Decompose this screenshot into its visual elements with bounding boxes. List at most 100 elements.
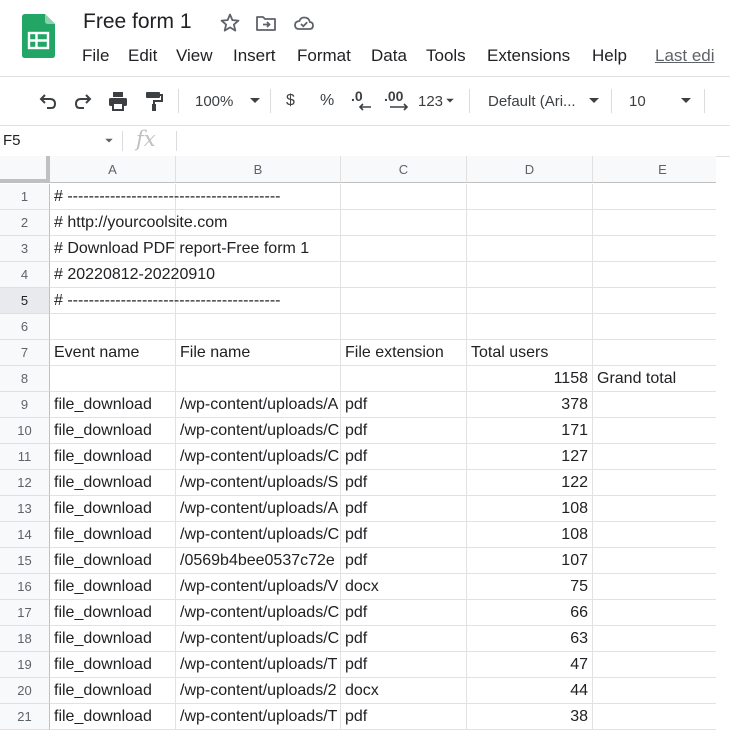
cell-d21[interactable]: 38 xyxy=(467,704,593,730)
menu-view[interactable]: View xyxy=(176,46,213,66)
cell-c8[interactable] xyxy=(341,366,467,392)
cell-e6[interactable] xyxy=(593,314,716,340)
cell-a13[interactable]: file_download xyxy=(50,496,176,522)
row-header[interactable]: 17 xyxy=(0,600,50,626)
menu-file[interactable]: File xyxy=(82,46,109,66)
column-header-e[interactable]: E xyxy=(593,156,716,183)
cell-d10[interactable]: 171 xyxy=(467,418,593,444)
cell-d14[interactable]: 108 xyxy=(467,522,593,548)
cell-c6[interactable] xyxy=(341,314,467,340)
cell-a14[interactable]: file_download xyxy=(50,522,176,548)
zoom-select[interactable]: 100% xyxy=(195,89,261,113)
cell-e19[interactable] xyxy=(593,652,716,678)
menu-extensions[interactable]: Extensions xyxy=(487,46,570,66)
cell-c12[interactable]: pdf xyxy=(341,470,467,496)
cell-d19[interactable]: 47 xyxy=(467,652,593,678)
move-folder-icon[interactable] xyxy=(254,11,278,35)
cell-b20[interactable]: /wp-content/uploads/2 xyxy=(176,678,341,704)
cell-a4[interactable]: # 20220812-20220910 xyxy=(50,262,215,288)
row-header[interactable]: 9 xyxy=(0,392,50,418)
cell-b17[interactable]: /wp-content/uploads/C xyxy=(176,600,341,626)
cell-b15[interactable]: /0569b4bee0537c72e xyxy=(176,548,341,574)
cell-a1[interactable]: # --------------------------------------… xyxy=(50,184,280,210)
document-title[interactable]: Free form 1 xyxy=(83,10,192,34)
row-header[interactable]: 10 xyxy=(0,418,50,444)
row-header[interactable]: 20 xyxy=(0,678,50,704)
cell-d3[interactable] xyxy=(467,236,593,262)
font-size-select[interactable]: 10 xyxy=(629,89,692,113)
cell-c21[interactable]: pdf xyxy=(341,704,467,730)
cell-b12[interactable]: /wp-content/uploads/S xyxy=(176,470,341,496)
row-header[interactable]: 18 xyxy=(0,626,50,652)
cell-e10[interactable] xyxy=(593,418,716,444)
cell-d2[interactable] xyxy=(467,210,593,236)
cell-e17[interactable] xyxy=(593,600,716,626)
row-header[interactable]: 13 xyxy=(0,496,50,522)
cell-c7[interactable]: File extension xyxy=(341,340,467,366)
cell-a6[interactable] xyxy=(50,314,176,340)
print-button[interactable] xyxy=(106,89,130,113)
cell-c2[interactable] xyxy=(341,210,467,236)
menu-tools[interactable]: Tools xyxy=(426,46,466,66)
cell-a2[interactable]: # http://yourcoolsite.com xyxy=(50,210,227,236)
cell-a3[interactable]: # Download PDF report-Free form 1 xyxy=(50,236,309,262)
cell-b8[interactable] xyxy=(176,366,341,392)
menu-help[interactable]: Help xyxy=(592,46,627,66)
cell-a21[interactable]: file_download xyxy=(50,704,176,730)
cell-e9[interactable] xyxy=(593,392,716,418)
cell-a17[interactable]: file_download xyxy=(50,600,176,626)
row-header[interactable]: 15 xyxy=(0,548,50,574)
cell-e4[interactable] xyxy=(593,262,716,288)
row-header[interactable]: 2 xyxy=(0,210,50,236)
cell-e21[interactable] xyxy=(593,704,716,730)
cell-d20[interactable]: 44 xyxy=(467,678,593,704)
cell-c10[interactable]: pdf xyxy=(341,418,467,444)
row-header[interactable]: 21 xyxy=(0,704,50,730)
cell-a16[interactable]: file_download xyxy=(50,574,176,600)
cell-a12[interactable]: file_download xyxy=(50,470,176,496)
row-header[interactable]: 12 xyxy=(0,470,50,496)
cell-d8[interactable]: 1158 xyxy=(467,366,593,392)
cell-a11[interactable]: file_download xyxy=(50,444,176,470)
row-header[interactable]: 3 xyxy=(0,236,50,262)
chevron-down-icon[interactable] xyxy=(104,138,114,144)
cell-a10[interactable]: file_download xyxy=(50,418,176,444)
cell-b13[interactable]: /wp-content/uploads/A xyxy=(176,496,341,522)
cell-d12[interactable]: 122 xyxy=(467,470,593,496)
cell-c14[interactable]: pdf xyxy=(341,522,467,548)
cell-b10[interactable]: /wp-content/uploads/C xyxy=(176,418,341,444)
cell-b14[interactable]: /wp-content/uploads/C xyxy=(176,522,341,548)
cell-e2[interactable] xyxy=(593,210,716,236)
cell-c13[interactable]: pdf xyxy=(341,496,467,522)
cell-e13[interactable] xyxy=(593,496,716,522)
cell-c17[interactable]: pdf xyxy=(341,600,467,626)
cell-d13[interactable]: 108 xyxy=(467,496,593,522)
cell-a20[interactable]: file_download xyxy=(50,678,176,704)
last-edit-link[interactable]: Last edi xyxy=(655,46,715,66)
row-header[interactable]: 5 xyxy=(0,288,50,314)
cell-b19[interactable]: /wp-content/uploads/T xyxy=(176,652,341,678)
cell-a5[interactable]: # --------------------------------------… xyxy=(50,288,280,314)
select-all-corner[interactable] xyxy=(0,156,50,183)
cell-b16[interactable]: /wp-content/uploads/V xyxy=(176,574,341,600)
cell-a15[interactable]: file_download xyxy=(50,548,176,574)
cell-c3[interactable] xyxy=(341,236,467,262)
font-select[interactable]: Default (Ari... xyxy=(488,89,600,113)
cell-d16[interactable]: 75 xyxy=(467,574,593,600)
cell-d7[interactable]: Total users xyxy=(467,340,593,366)
cell-c11[interactable]: pdf xyxy=(341,444,467,470)
cell-e15[interactable] xyxy=(593,548,716,574)
row-header[interactable]: 19 xyxy=(0,652,50,678)
sheets-logo-icon[interactable] xyxy=(22,14,55,58)
cell-e7[interactable] xyxy=(593,340,716,366)
cell-b11[interactable]: /wp-content/uploads/C xyxy=(176,444,341,470)
cell-b7[interactable]: File name xyxy=(176,340,341,366)
cell-c5[interactable] xyxy=(341,288,467,314)
row-header[interactable]: 7 xyxy=(0,340,50,366)
cell-b21[interactable]: /wp-content/uploads/T xyxy=(176,704,341,730)
cell-d1[interactable] xyxy=(467,184,593,210)
cell-b6[interactable] xyxy=(176,314,341,340)
cell-e1[interactable] xyxy=(593,184,716,210)
cell-e14[interactable] xyxy=(593,522,716,548)
menu-data[interactable]: Data xyxy=(371,46,407,66)
